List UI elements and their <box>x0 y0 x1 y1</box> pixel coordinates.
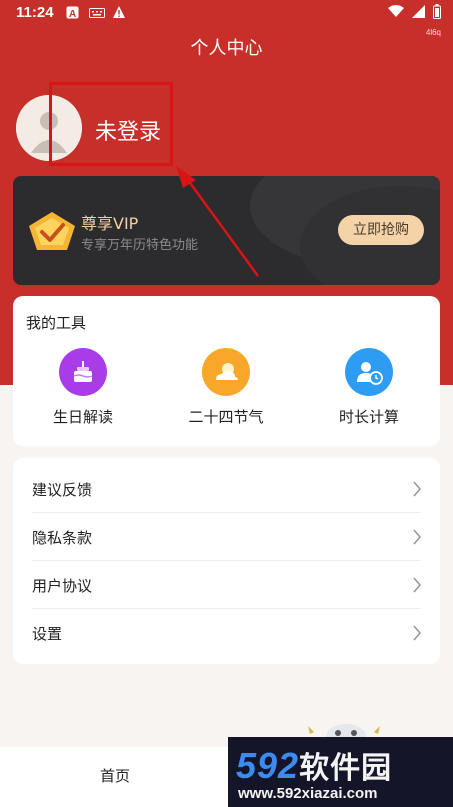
menu-label: 隐私条款 <box>32 529 93 547</box>
watermark-url: www.592xiazai.com <box>238 785 378 802</box>
annotation-highlight-box <box>49 82 173 166</box>
tool-label: 生日解读 <box>52 408 113 426</box>
chevron-right-icon <box>413 529 422 545</box>
status-time: 11:24 <box>16 4 54 21</box>
tool-solar-terms[interactable]: 二十四节气 <box>176 348 276 427</box>
svg-text:A: A <box>69 9 76 19</box>
keyboard-icon <box>89 8 105 18</box>
tool-birthday[interactable]: 生日解读 <box>33 348 133 427</box>
vip-title: 尊享VIP <box>81 214 139 233</box>
vip-diamond-icon <box>29 212 75 250</box>
watermark-brand: 592软件园 <box>236 743 392 787</box>
chevron-right-icon <box>413 481 422 497</box>
menu-item-user-agreement[interactable]: 用户协议 <box>13 561 440 609</box>
watermark-logo: 592软件园 www.592xiazai.com <box>228 737 453 807</box>
user-clock-icon <box>345 348 393 396</box>
vip-subtitle: 专享万年历特色功能 <box>81 238 199 253</box>
menu-item-feedback[interactable]: 建议反馈 <box>13 465 440 513</box>
tools-title: 我的工具 <box>26 314 87 332</box>
sun-cloud-icon <box>202 348 250 396</box>
menu-item-settings[interactable]: 设置 <box>13 609 440 657</box>
menu-label: 建议反馈 <box>32 481 93 499</box>
menu-card: 建议反馈 隐私条款 用户协议 设置 <box>13 458 440 664</box>
battery-icon <box>433 4 441 19</box>
status-bar: 11:24 A 4l6q <box>0 0 453 37</box>
page-title: 个人中心 <box>190 38 263 59</box>
watermark-brand-number: 592 <box>236 745 300 786</box>
chevron-right-icon <box>413 577 422 593</box>
menu-label: 设置 <box>32 625 63 643</box>
tool-label: 时长计算 <box>338 408 399 426</box>
buy-vip-button[interactable]: 立即抢购 <box>338 215 424 245</box>
warning-icon <box>113 6 125 18</box>
tool-duration-calc[interactable]: 时长计算 <box>319 348 419 427</box>
tool-label: 二十四节气 <box>188 408 264 426</box>
tools-card: 我的工具 生日解读 二十四节气 时长计算 <box>13 296 440 446</box>
wifi-icon <box>388 5 404 17</box>
chevron-right-icon <box>413 625 422 641</box>
cell-signal-icon <box>412 5 425 18</box>
menu-label: 用户协议 <box>32 577 93 595</box>
cake-icon <box>59 348 107 396</box>
menu-item-privacy[interactable]: 隐私条款 <box>13 513 440 561</box>
app-notification-icon: A <box>66 6 79 19</box>
nav-tab-home[interactable]: 首页 <box>60 765 170 786</box>
watermark-brand-text: 软件园 <box>299 752 393 785</box>
